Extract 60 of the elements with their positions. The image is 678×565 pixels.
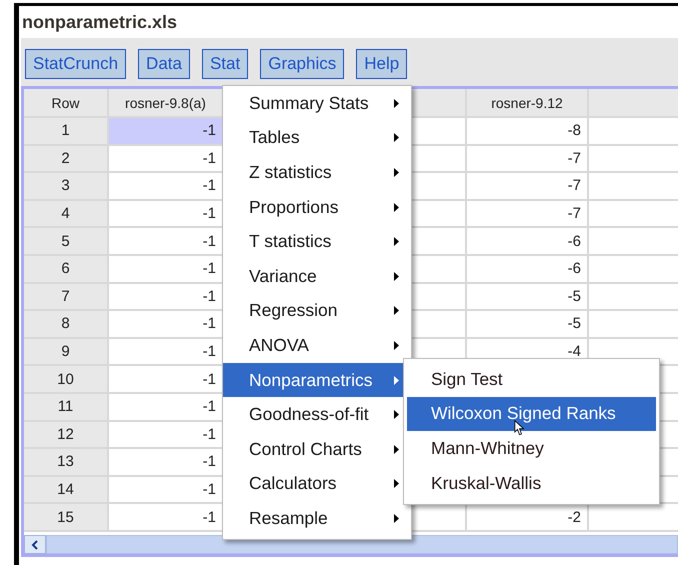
menu-item-label: Resample	[249, 508, 328, 529]
menu-item[interactable]: ANOVA	[223, 328, 411, 363]
menu-item-label: Control Charts	[249, 438, 362, 460]
menu-item[interactable]: Regression	[223, 294, 411, 328]
row-number: 13	[24, 449, 109, 477]
row-number: 2	[24, 146, 109, 174]
menu-button[interactable]: Graphics	[260, 49, 344, 79]
row-number: 11	[24, 394, 109, 422]
menu-item[interactable]: Tables	[223, 120, 411, 156]
menu-item-label: Proportions	[249, 196, 338, 218]
row-number: 7	[24, 284, 109, 312]
table-cell[interactable]: -5	[467, 284, 589, 312]
menu-item[interactable]: T statistics	[223, 224, 411, 259]
row-number: 4	[24, 200, 109, 228]
menu-button[interactable]: Help	[356, 49, 408, 79]
column-header[interactable]	[589, 89, 678, 118]
menu-item-label: Goodness-of-fit	[249, 404, 369, 426]
row-number: 5	[24, 228, 109, 256]
table-cell[interactable]: -8	[467, 118, 589, 146]
table-cell[interactable]: -6	[467, 228, 589, 256]
menu-button[interactable]: StatCrunch	[25, 49, 126, 79]
table-cell[interactable]: -7	[467, 200, 589, 228]
menu-item-label: Calculators	[249, 473, 337, 494]
row-number: 8	[24, 311, 109, 339]
table-cell[interactable]: -1	[109, 118, 224, 146]
column-header[interactable]: Row	[24, 89, 109, 118]
row-number: 3	[24, 173, 109, 201]
menu-item[interactable]: Proportions	[223, 190, 411, 224]
window-title: nonparametric.xls	[21, 11, 178, 34]
row-number: 1	[24, 118, 109, 146]
menu-item-label: Variance	[249, 266, 317, 287]
table-cell[interactable]: -5	[467, 311, 589, 339]
menu-button[interactable]: Data	[138, 49, 190, 79]
menu-item-label: ANOVA	[249, 334, 309, 356]
row-number: 12	[24, 422, 109, 450]
menu-item[interactable]: Mann-Whitney	[407, 431, 656, 466]
row-number: 6	[24, 256, 109, 284]
menu-item[interactable]: Z statistics	[223, 155, 411, 190]
row-number: 15	[24, 504, 109, 532]
menu-item-label: Summary Stats	[249, 92, 369, 114]
column-header[interactable]: rosner-9.12	[467, 89, 589, 118]
menu-item-label: Z statistics	[249, 162, 332, 183]
row-number: 14	[24, 476, 109, 504]
menu-item-label: Tables	[249, 127, 300, 148]
row-number: 10	[24, 366, 109, 394]
menu-item-label: T statistics	[249, 231, 332, 252]
table-cell[interactable]: -7	[467, 173, 589, 201]
table-cell[interactable]: -6	[467, 256, 589, 284]
menu-item[interactable]: Variance	[223, 258, 411, 294]
column-header[interactable]: rosner-9.8(a)	[109, 89, 224, 118]
table-cell[interactable]: -7	[467, 146, 589, 174]
menu-item[interactable]: Wilcoxon Signed Ranks	[407, 396, 656, 432]
menu-button[interactable]: Stat	[202, 49, 248, 79]
menu-item-label: Nonparametrics	[249, 370, 373, 391]
row-number: 9	[24, 338, 109, 366]
menu-item[interactable]: Kruskal-Wallis	[407, 466, 656, 500]
scroll-left-button[interactable]	[24, 535, 46, 554]
menu-item-label: Regression	[249, 300, 338, 322]
menu-item[interactable]: Resample	[223, 501, 411, 536]
menu-item[interactable]: Summary Stats	[223, 86, 411, 121]
